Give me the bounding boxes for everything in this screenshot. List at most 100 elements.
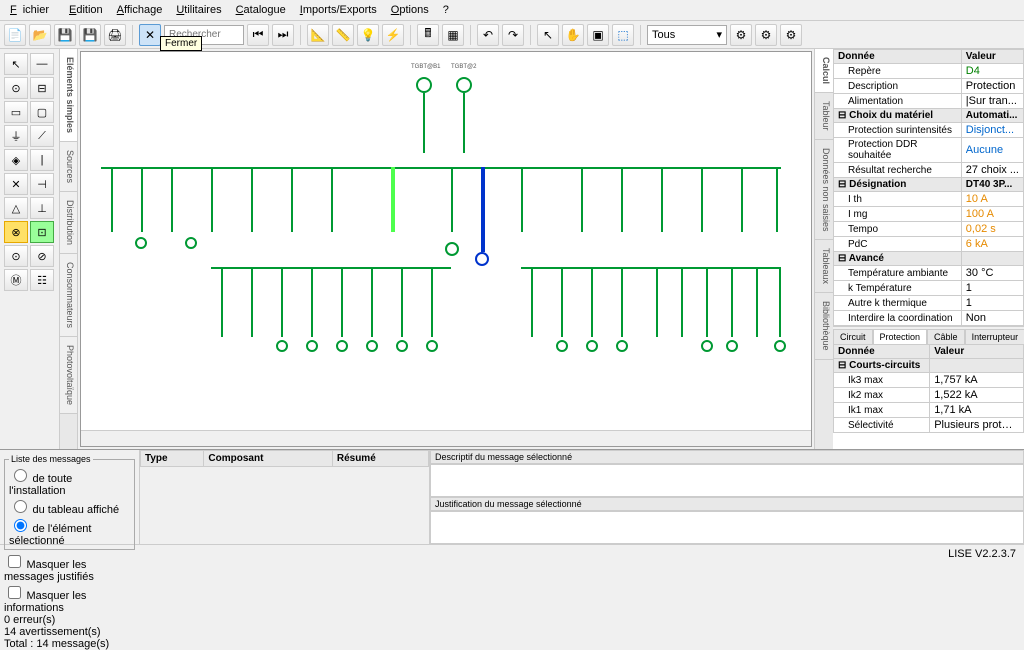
palette-cap[interactable]: ⊥ [30, 197, 54, 219]
prop-row[interactable]: ⊟ Choix du matérielAutomati... [834, 109, 1024, 123]
menu-catalogue[interactable]: Catalogue [230, 2, 292, 18]
selected-load[interactable] [475, 252, 489, 266]
prop-row[interactable]: Ik1 max1,71 kA [834, 403, 1024, 418]
messages-table[interactable]: Type Composant Résumé [140, 450, 429, 467]
search-next-icon[interactable]: ⏭ [272, 24, 294, 46]
prop-row[interactable]: Protection DDR souhaitéeAucune [834, 138, 1024, 163]
net3-icon[interactable]: ⚙ [780, 24, 802, 46]
selected-feeder-d4[interactable] [481, 167, 485, 252]
open-folder-icon[interactable]: 📂 [29, 24, 51, 46]
prop-row[interactable]: Protection surintensitésDisjonct... [834, 123, 1024, 138]
palette-ground[interactable]: ⏚ [4, 125, 28, 147]
vtab-elements[interactable]: Eléments simples [60, 49, 77, 142]
vtab-consommateurs[interactable]: Consommateurs [60, 254, 77, 337]
btab-protection[interactable]: Protection [873, 329, 928, 344]
rtab-tableur[interactable]: Tableur [815, 93, 833, 140]
vtab-pv[interactable]: Photovoltaïque [60, 337, 77, 414]
prop-row[interactable]: k Température1 [834, 281, 1024, 296]
menu-fichier[interactable]: Fichier [4, 2, 61, 18]
filter-combo[interactable]: Tous▾ [647, 25, 727, 45]
palette-line-v[interactable]: | [30, 149, 54, 171]
lightbulb-icon[interactable]: 💡 [357, 24, 379, 46]
prop-row[interactable]: I th10 A [834, 192, 1024, 207]
palette-transformer[interactable]: ◈ [4, 149, 28, 171]
close-button[interactable]: ✕ [139, 24, 161, 46]
prop-row[interactable]: Autre k thermique1 [834, 296, 1024, 311]
rtab-calcul[interactable]: Calcul [815, 49, 833, 93]
radio-selected[interactable]: de l'élément sélectionné [9, 516, 130, 547]
rtab-biblio[interactable]: Bibliothèque [815, 293, 833, 360]
prop-row[interactable]: Interdire la coordinationNon [834, 311, 1024, 326]
horizontal-scrollbar[interactable] [81, 430, 811, 446]
prop-row[interactable]: Ik2 max1,522 kA [834, 388, 1024, 403]
palette-load[interactable]: ☷ [30, 269, 54, 291]
new-file-icon[interactable]: 📄 [4, 24, 26, 46]
palette-line-h[interactable]: — [30, 53, 54, 75]
prop-row[interactable]: DescriptionProtection [834, 79, 1024, 94]
prop-row[interactable]: SélectivitéPlusieurs protections amont..… [834, 418, 1024, 433]
vtab-sources[interactable]: Sources [60, 142, 77, 192]
search-prev-icon[interactable]: ⏮ [247, 24, 269, 46]
palette-triangle[interactable]: △ [4, 197, 28, 219]
prop-row[interactable]: ⊟ Avancé [834, 252, 1024, 266]
btab-interrupteur[interactable]: Interrupteur [965, 329, 1024, 344]
print-icon[interactable]: 🖨 [104, 24, 126, 46]
palette-rect[interactable]: ▭ [4, 101, 28, 123]
prop-row[interactable]: Alimentation|Sur tran... [834, 94, 1024, 109]
zoom-window-icon[interactable]: ▣ [587, 24, 609, 46]
flash-icon[interactable]: ⚡ [382, 24, 404, 46]
palette-switch[interactable]: ⟋ [30, 125, 54, 147]
palette-outlet[interactable]: ⊡ [30, 221, 54, 243]
palette-socket2[interactable]: ⊘ [30, 245, 54, 267]
undo-icon[interactable]: ↶ [477, 24, 499, 46]
tool-ruler-icon[interactable]: 📐 [307, 24, 329, 46]
prop-row[interactable]: Résultat recherche27 choix ... [834, 163, 1024, 178]
menu-utilitaires[interactable]: Utilitaires [170, 2, 227, 18]
tool-measure-icon[interactable]: 📏 [332, 24, 354, 46]
prop-row[interactable]: I mg100 A [834, 207, 1024, 222]
palette-lamp[interactable]: ⊗ [4, 221, 28, 243]
save-icon[interactable]: 💾 [54, 24, 76, 46]
redo-icon[interactable]: ↷ [502, 24, 524, 46]
vtab-distribution[interactable]: Distribution [60, 192, 77, 254]
pan-icon[interactable]: ✋ [562, 24, 584, 46]
save-as-icon[interactable]: 💾 [79, 24, 101, 46]
palette-motor[interactable]: Ⓜ [4, 269, 28, 291]
prop-row[interactable]: Température ambiante30 °C [834, 266, 1024, 281]
palette-cursor[interactable]: ↖ [4, 53, 28, 75]
palette-socket[interactable]: ⊙ [4, 245, 28, 267]
palette-breaker[interactable]: ✕ [4, 173, 28, 195]
radio-board[interactable]: du tableau affiché [9, 497, 130, 516]
net1-icon[interactable]: ⚙ [730, 24, 752, 46]
schematic-canvas[interactable]: TGBT@B1 TGBT@2 [81, 52, 811, 430]
prop-row[interactable]: PdC6 kA [834, 237, 1024, 252]
check-hide-info[interactable]: Masquer les informations [4, 583, 135, 614]
menu-edition[interactable]: Edition [63, 2, 109, 18]
cursor-icon[interactable]: ↖ [537, 24, 559, 46]
check-hide-justified[interactable]: Masquer les messages justifiés [4, 552, 135, 583]
radio-all[interactable]: de toute l'installation [9, 466, 130, 497]
prop-row[interactable]: ⊟ Courts-circuits [834, 359, 1024, 373]
source-2[interactable] [456, 77, 472, 93]
source-b1[interactable] [416, 77, 432, 93]
fit-icon[interactable]: ⬚ [612, 24, 634, 46]
palette-contact[interactable]: ⊣ [30, 173, 54, 195]
rtab-tableaux[interactable]: Tableaux [815, 240, 833, 293]
menu-imports[interactable]: Imports/Exports [294, 2, 383, 18]
menu-options[interactable]: Options [385, 2, 435, 18]
palette-node[interactable]: ⊙ [4, 77, 28, 99]
btab-circuit[interactable]: Circuit [833, 329, 873, 344]
palette-resistor[interactable]: ⊟ [30, 77, 54, 99]
calc-icon[interactable]: 🖩 [417, 24, 439, 46]
square-icon[interactable]: ▦ [442, 24, 464, 46]
prop-row[interactable]: RepèreD4 [834, 64, 1024, 79]
net2-icon[interactable]: ⚙ [755, 24, 777, 46]
btab-cable[interactable]: Câble [927, 329, 965, 344]
menu-help[interactable]: ? [437, 2, 455, 18]
prop-row[interactable]: Ik3 max1,757 kA [834, 373, 1024, 388]
menu-affichage[interactable]: Affichage [111, 2, 169, 18]
palette-box[interactable]: ▢ [30, 101, 54, 123]
prop-row[interactable]: Tempo0,02 s [834, 222, 1024, 237]
main-bus[interactable] [101, 167, 781, 169]
rtab-donnees[interactable]: Données non saisies [815, 140, 833, 241]
